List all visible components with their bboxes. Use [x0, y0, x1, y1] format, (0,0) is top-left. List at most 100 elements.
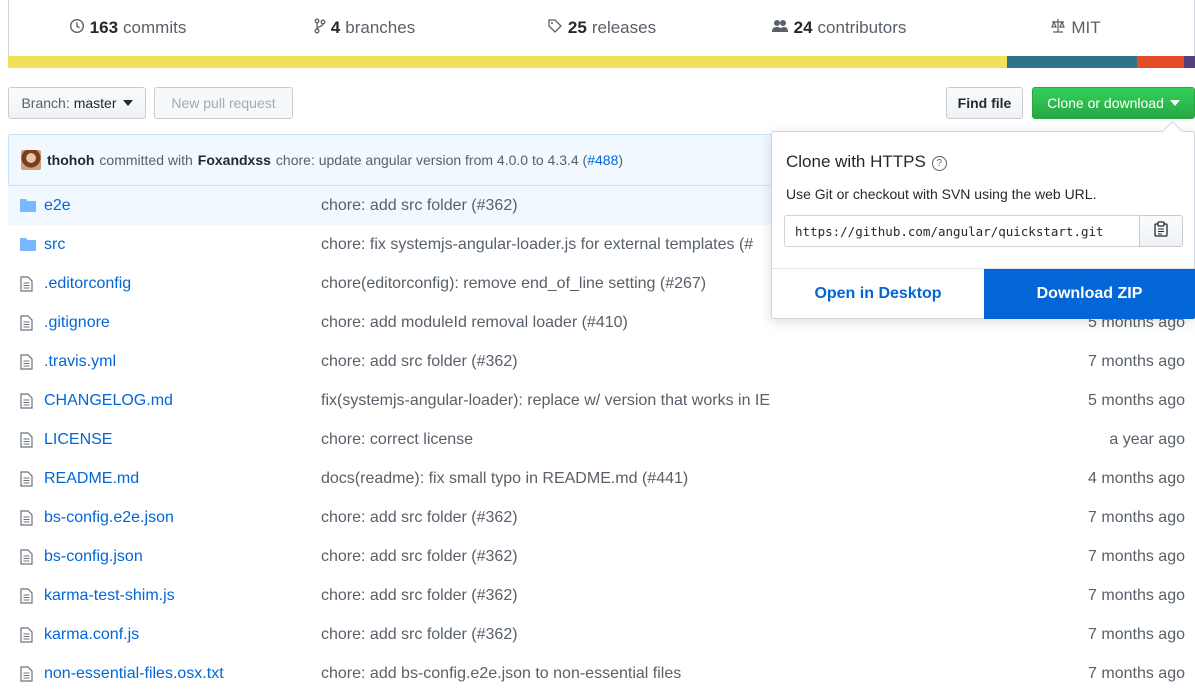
file-row: .travis.yml chore: add src folder (#362) 7… [8, 342, 1195, 381]
branch-icon [314, 18, 326, 39]
commit-message-link[interactable]: chore: add src folder (#362) [321, 509, 518, 527]
commit-message-link[interactable]: chore: add src folder (#362) [321, 197, 518, 215]
language-bar-segment[interactable] [8, 56, 1008, 68]
license-link[interactable]: MIT [957, 0, 1194, 56]
file-name-link[interactable]: karma-test-shim.js [44, 587, 175, 605]
file-name-link[interactable]: bs-config.json [44, 548, 143, 566]
file-name-link[interactable]: e2e [44, 197, 71, 215]
contributors-link[interactable]: 24 contributors [720, 0, 957, 56]
new-pull-request-label: New pull request [171, 95, 276, 111]
language-bar-segment[interactable] [1136, 56, 1185, 68]
commit-message-link[interactable]: chore: add src folder (#362) [321, 353, 518, 371]
file-row: karma.conf.js chore: add src folder (#362… [8, 615, 1195, 654]
file-row: CHANGELOG.md fix(systemjs-angular-loader)… [8, 381, 1195, 420]
file-text-icon [20, 471, 33, 492]
file-name-link[interactable]: karma.conf.js [44, 626, 139, 644]
caret-down-icon [122, 100, 133, 106]
branch-prefix: Branch: [21, 95, 70, 111]
commit-age: 7 months ago [1088, 352, 1185, 370]
open-in-desktop-button[interactable]: Open in Desktop [772, 269, 984, 319]
file-name-link[interactable]: src [44, 236, 65, 254]
file-text-icon [20, 510, 33, 531]
commit-author[interactable]: thohoh [47, 152, 94, 168]
people-icon [771, 18, 789, 39]
file-text-icon [20, 588, 33, 609]
file-name-link[interactable]: LICENSE [44, 431, 112, 449]
avatar[interactable] [21, 150, 41, 170]
question-icon[interactable]: ? [931, 156, 947, 171]
commit-committer[interactable]: Foxandxss [198, 152, 271, 168]
branch-name: master [73, 95, 117, 111]
file-row: LICENSE chore: correct license a year ago [8, 420, 1195, 459]
new-pull-request-button[interactable]: New pull request [154, 87, 293, 119]
download-zip-button[interactable]: Download ZIP [984, 269, 1195, 319]
find-file-button[interactable]: Find file [946, 87, 1023, 119]
find-file-label: Find file [957, 95, 1012, 111]
language-bar-segment[interactable] [1007, 56, 1137, 68]
releases-label: releases [591, 18, 657, 37]
branch-select-button[interactable]: Branch: master [8, 87, 146, 119]
commit-message-link[interactable]: chore(editorconfig): remove end_of_line … [321, 275, 706, 293]
commit-message-link[interactable]: docs(readme): fix small typo in README.m… [321, 470, 688, 488]
file-text-icon [20, 627, 33, 648]
file-text-icon [20, 354, 33, 375]
clipboard-icon [1154, 220, 1168, 242]
branches-label: branches [345, 18, 416, 37]
file-name-link[interactable]: bs-config.e2e.json [44, 509, 174, 527]
folder-icon [20, 198, 36, 217]
branches-count: 4 [330, 18, 341, 37]
commit-message[interactable]: chore: update angular version from 4.0.0… [276, 152, 587, 168]
contributors-label: contributors [817, 18, 907, 37]
clone-download-button[interactable]: Clone or download [1032, 87, 1195, 119]
file-text-icon [20, 315, 33, 336]
releases-count: 25 [567, 18, 587, 37]
file-text-icon [20, 549, 33, 570]
law-icon [1050, 18, 1066, 39]
commit-message-link[interactable]: chore: add bs-config.e2e.json to non-ess… [321, 665, 681, 683]
folder-icon [20, 237, 36, 256]
language-bar-segment[interactable] [1184, 56, 1195, 68]
repo-stats-bar: 163 commits 4 branches 25 releases 24 co… [8, 0, 1195, 56]
copy-url-button[interactable] [1139, 215, 1183, 247]
commit-age: 7 months ago [1088, 586, 1185, 604]
commit-message-link[interactable]: chore: add moduleId removal loader (#410… [321, 314, 628, 332]
file-name-link[interactable]: .gitignore [44, 314, 110, 332]
clone-url-input[interactable]: https://github.com/angular/quickstart.gi… [784, 215, 1140, 247]
file-name-link[interactable]: .travis.yml [44, 353, 116, 371]
clone-title: Clone with HTTPS? [786, 152, 947, 172]
commit-age: a year ago [1109, 430, 1185, 448]
commit-pr-link[interactable]: #488 [587, 152, 618, 168]
commit-age: 7 months ago [1088, 547, 1185, 565]
commit-message-link[interactable]: chore: add src folder (#362) [321, 548, 518, 566]
file-name-link[interactable]: .editorconfig [44, 275, 131, 293]
file-name-link[interactable]: non-essential-files.osx.txt [44, 665, 224, 683]
dropdown-caret [1161, 120, 1184, 143]
releases-link[interactable]: 25 releases [483, 0, 720, 56]
file-text-icon [20, 432, 33, 453]
commit-age: 7 months ago [1088, 664, 1185, 682]
file-row: README.md docs(readme): fix small typo in… [8, 459, 1195, 498]
commits-count: 163 [89, 18, 119, 37]
commit-age: 4 months ago [1088, 469, 1185, 487]
language-bar[interactable] [8, 56, 1195, 68]
file-row: bs-config.e2e.json chore: add src folder … [8, 498, 1195, 537]
commits-label: commits [123, 18, 187, 37]
commit-message-link[interactable]: chore: add src folder (#362) [321, 626, 518, 644]
commit-message-link[interactable]: chore: add src folder (#362) [321, 587, 518, 605]
commit-message-link[interactable]: fix(systemjs-angular-loader): replace w/… [321, 392, 770, 410]
contributors-count: 24 [793, 18, 813, 37]
commit-message-link[interactable]: chore: correct license [321, 431, 473, 449]
file-name-link[interactable]: README.md [44, 470, 139, 488]
clone-description: Use Git or checkout with SVN using the w… [786, 186, 1097, 202]
committed-with-text: committed with [99, 152, 193, 168]
commits-link[interactable]: 163 commits [9, 0, 246, 56]
branches-link[interactable]: 4 branches [246, 0, 483, 56]
commit-message-link[interactable]: chore: fix systemjs-angular-loader.js fo… [321, 236, 753, 254]
commit-age: 7 months ago [1088, 508, 1185, 526]
file-text-icon [20, 276, 33, 297]
clone-dropdown: Clone with HTTPS? Use Git or checkout wi… [771, 120, 1195, 319]
file-row: non-essential-files.osx.txt chore: add bs… [8, 654, 1195, 693]
file-name-link[interactable]: CHANGELOG.md [44, 392, 173, 410]
clone-download-label: Clone or download [1047, 95, 1164, 111]
caret-down-icon [1169, 100, 1180, 106]
